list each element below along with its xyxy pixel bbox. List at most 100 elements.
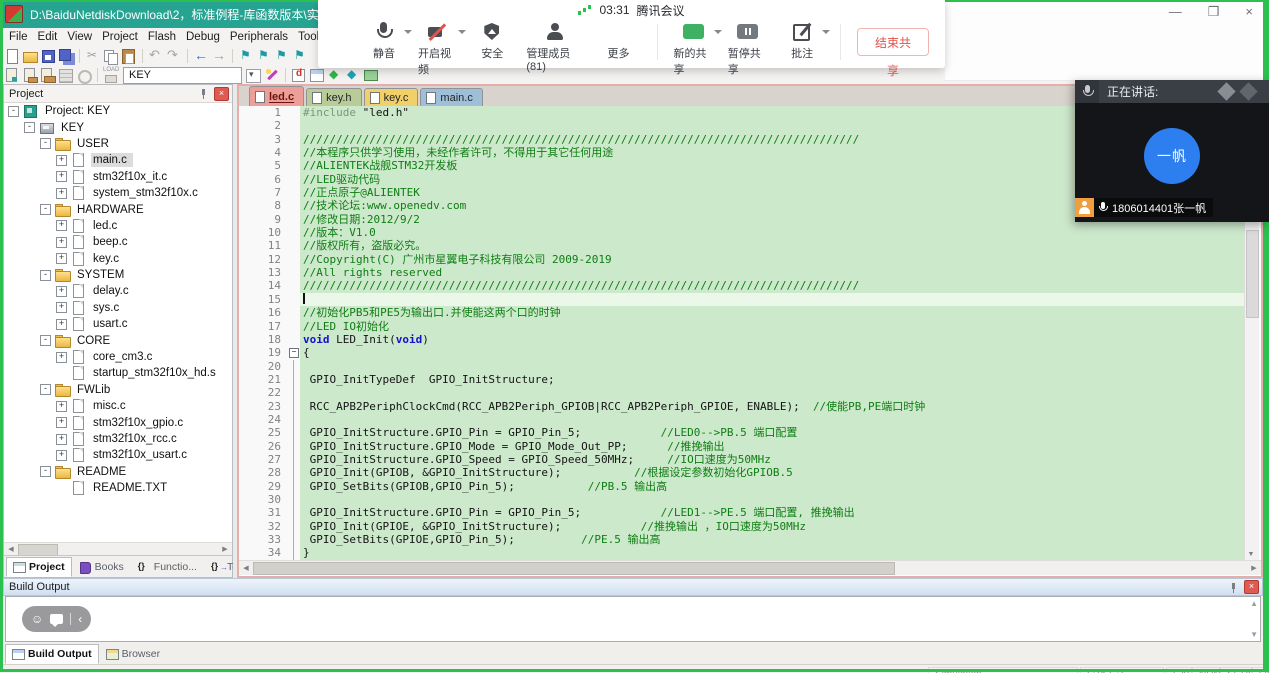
video-tile[interactable]: 一帆 1806014401张一帆 — [1075, 103, 1269, 222]
tree-expander-icon[interactable]: - — [40, 270, 51, 281]
meeting-button-camera-off[interactable]: 开启视频 — [418, 22, 458, 77]
panel-tab-books[interactable]: Books — [72, 557, 131, 577]
tree-expander-icon[interactable]: + — [56, 302, 67, 313]
tree-expander-icon[interactable]: + — [56, 253, 67, 264]
tree-item-key-c[interactable]: +key.c — [4, 251, 232, 267]
meeting-button-security-shield[interactable]: 安全 — [472, 22, 512, 61]
pin-icon[interactable] — [1230, 582, 1238, 593]
code-line[interactable]: 12//Copyright(C) 广州市星翼电子科技有限公司 2009-2019 — [239, 253, 1261, 266]
code-line[interactable]: 20 — [239, 360, 1261, 373]
build-icon[interactable] — [21, 67, 39, 84]
code-line[interactable]: 13//All rights reserved — [239, 266, 1261, 279]
tree-item-project-key[interactable]: -Project: KEY — [4, 103, 232, 119]
tree-expander-icon[interactable]: + — [56, 434, 67, 445]
new-file-icon[interactable] — [3, 48, 21, 65]
chevron-down-icon[interactable] — [714, 30, 722, 34]
tree-expander-icon[interactable]: + — [56, 155, 67, 166]
tree-expander-icon[interactable]: + — [56, 188, 67, 199]
scroll-left-icon[interactable]: ◀ — [5, 544, 17, 554]
code-line[interactable]: 14//////////////////////////////////////… — [239, 279, 1261, 292]
meeting-button-pause-share[interactable]: 暂停共享 — [728, 22, 768, 77]
tree-item-key[interactable]: -KEY — [4, 119, 232, 135]
pin-icon[interactable] — [200, 88, 208, 99]
scroll-thumb[interactable] — [253, 562, 895, 575]
batch-build-icon[interactable] — [57, 67, 75, 84]
chevron-down-icon[interactable] — [458, 30, 466, 34]
tree-item-stm32f10x-gpio-c[interactable]: +stm32f10x_gpio.c — [4, 414, 232, 430]
open-folder-icon[interactable] — [21, 48, 39, 65]
editor-tab-led-c[interactable]: led.c — [249, 86, 304, 106]
editor-tab-key-h[interactable]: key.h — [306, 88, 361, 106]
panel-tab-project[interactable]: Project — [6, 557, 72, 577]
project-tree-hscrollbar[interactable]: ◀ ▶ — [4, 542, 232, 556]
meeting-button-members[interactable]: 管理成员(81) — [526, 22, 584, 73]
bookmark-next-icon[interactable] — [273, 48, 291, 65]
translate-icon[interactable] — [3, 67, 21, 84]
tree-item-beep-c[interactable]: +beep.c — [4, 234, 232, 250]
editor-tab-key-c[interactable]: key.c — [364, 88, 419, 106]
menu-item-file[interactable]: File — [4, 31, 33, 43]
tree-expander-icon[interactable]: - — [24, 122, 35, 133]
minimize-icon[interactable]: — — [1169, 4, 1182, 20]
code-line[interactable]: 18void LED_Init(void) — [239, 333, 1261, 346]
menu-item-edit[interactable]: Edit — [33, 31, 63, 43]
target-dropdown-icon[interactable] — [245, 67, 263, 84]
tree-expander-icon[interactable]: + — [56, 401, 67, 412]
menu-item-flash[interactable]: Flash — [143, 31, 181, 43]
debug-icon[interactable] — [290, 67, 308, 84]
load-icon[interactable] — [102, 67, 120, 84]
save-all-icon[interactable] — [57, 48, 75, 65]
chevron-down-icon[interactable] — [822, 30, 830, 34]
tree-item-misc-c[interactable]: +misc.c — [4, 398, 232, 414]
code-line[interactable]: 17//LED IO初始化 — [239, 320, 1261, 333]
code-line[interactable]: 15 — [239, 293, 1261, 306]
scroll-right-icon[interactable]: ▶ — [219, 544, 231, 554]
tree-item-usart-c[interactable]: +usart.c — [4, 316, 232, 332]
tree-item-stm32f10x-it-c[interactable]: +stm32f10x_it.c — [4, 169, 232, 185]
bookmark-clear-icon[interactable] — [291, 48, 309, 65]
close-icon[interactable]: × — [1244, 580, 1259, 594]
redo-icon[interactable] — [165, 48, 183, 65]
menu-item-project[interactable]: Project — [97, 31, 143, 43]
tree-item-readme-txt[interactable]: +README.TXT — [4, 480, 232, 496]
cut-icon[interactable] — [84, 48, 102, 65]
nav-back-icon[interactable] — [192, 48, 210, 65]
tree-item-stm32f10x-rcc-c[interactable]: +stm32f10x_rcc.c — [4, 431, 232, 447]
chevron-down-icon[interactable] — [404, 30, 412, 34]
tree-expander-icon[interactable]: + — [56, 352, 67, 363]
meeting-reaction-pill[interactable]: ☺ ‹ — [22, 606, 91, 632]
scroll-down-icon[interactable]: ▼ — [1250, 630, 1258, 639]
close-icon[interactable]: × — [1245, 4, 1253, 20]
scroll-thumb[interactable] — [1246, 230, 1259, 318]
tree-expander-icon[interactable]: - — [40, 204, 51, 215]
tree-expander-icon[interactable]: + — [56, 171, 67, 182]
code-line[interactable]: 23 RCC_APB2PeriphClockCmd(RCC_APB2Periph… — [239, 400, 1261, 413]
tree-expander-icon[interactable]: - — [40, 335, 51, 346]
meeting-button-annotate[interactable]: 批注 — [782, 22, 822, 61]
stop-build-icon[interactable] — [75, 67, 93, 84]
tree-item-startup-stm32f10x-hd-s[interactable]: +startup_stm32f10x_hd.s — [4, 365, 232, 381]
nav-forward-icon[interactable] — [210, 48, 228, 65]
code-line[interactable]: 27 GPIO_InitStructure.GPIO_Speed = GPIO_… — [239, 453, 1261, 466]
tree-item-readme[interactable]: -README — [4, 464, 232, 480]
tree-item-user[interactable]: -USER — [4, 136, 232, 152]
code-line[interactable]: 28 GPIO_Init(GPIOB, &GPIO_InitStructure)… — [239, 466, 1261, 479]
scroll-left-icon[interactable]: ◀ — [240, 563, 252, 573]
code-line[interactable]: 34} — [239, 546, 1261, 559]
tree-expander-icon[interactable]: - — [40, 466, 51, 477]
target-select[interactable]: KEY — [123, 67, 242, 84]
tree-expander-icon[interactable]: + — [56, 237, 67, 248]
scroll-down-icon[interactable]: ▼ — [1245, 549, 1257, 559]
meeting-button-mute-mic[interactable]: 静音 — [364, 22, 404, 61]
tree-expander-icon[interactable]: + — [56, 450, 67, 461]
bookmark-icon[interactable] — [237, 48, 255, 65]
code-line[interactable]: 30 — [239, 493, 1261, 506]
code-line[interactable]: 11//版权所有，盗版必究。 — [239, 239, 1261, 252]
fold-collapse-icon[interactable]: − — [289, 348, 299, 358]
end-share-button[interactable]: 结束共享 — [857, 28, 929, 56]
code-line[interactable]: 16//初始化PB5和PE5为输出口.并使能这两个口的时钟 — [239, 306, 1261, 319]
tree-expander-icon[interactable]: + — [56, 319, 67, 330]
menu-item-view[interactable]: View — [62, 31, 97, 43]
tree-item-system-stm32f10x-c[interactable]: +system_stm32f10x.c — [4, 185, 232, 201]
chat-bubble-icon[interactable] — [50, 614, 63, 624]
